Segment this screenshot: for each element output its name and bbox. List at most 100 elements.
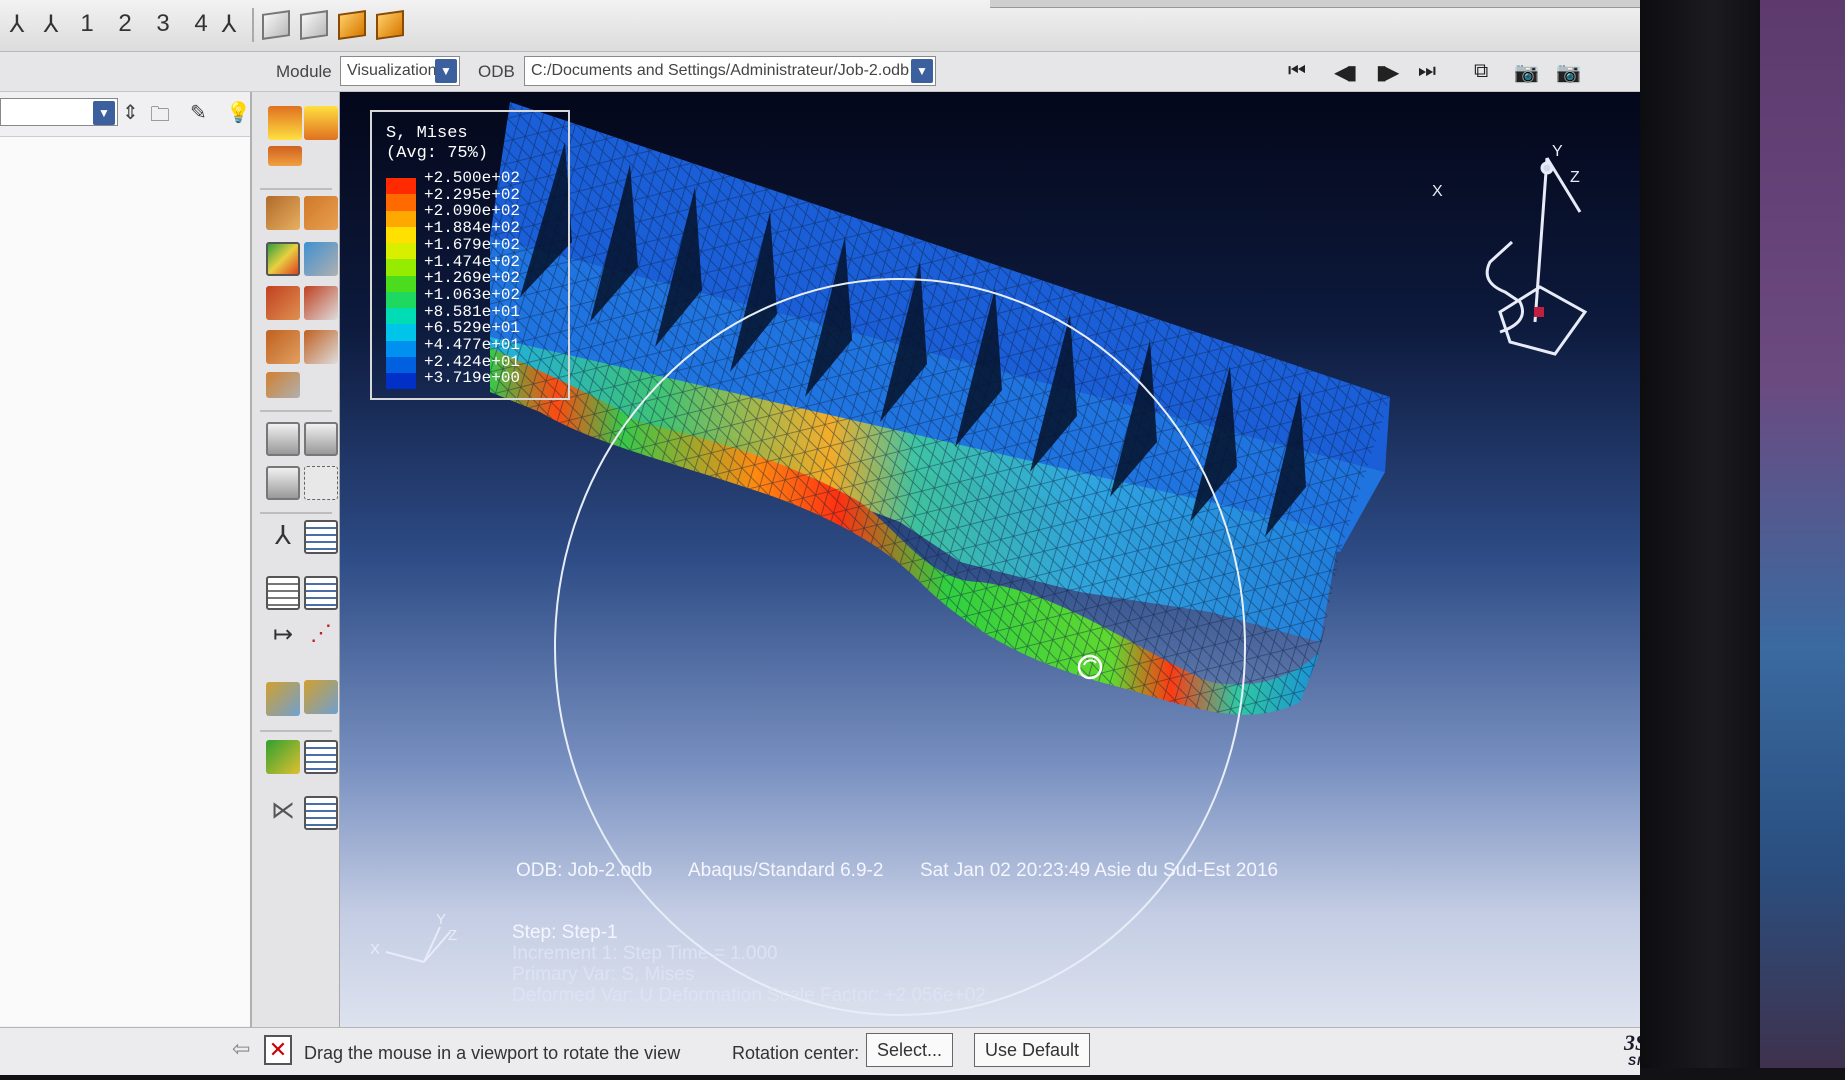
prompt-area: ⇦ ✕ Drag the mouse in a viewport to rota…: [0, 1027, 1640, 1075]
legend-value: +2.295e+02: [424, 185, 521, 204]
toolbar-separator: [252, 8, 254, 42]
room-background: [1760, 0, 1845, 1080]
view-2-button[interactable]: 2: [110, 10, 140, 40]
animation-options-icon[interactable]: [304, 466, 338, 500]
toolbox-separator: [260, 512, 332, 514]
use-default-button[interactable]: Use Default: [974, 1033, 1091, 1067]
stream-manager-icon[interactable]: [304, 680, 338, 714]
legend-value: +3.719e+00: [424, 369, 521, 388]
odb-label: ODB: [478, 62, 515, 81]
report-field-output-icon[interactable]: [304, 520, 338, 554]
create-xy-data-icon[interactable]: [266, 576, 300, 610]
legend-value: +2.424e+01: [424, 352, 521, 371]
display-group-icon[interactable]: [266, 740, 300, 774]
legend-swatch: [386, 275, 416, 292]
allow-multiple-plot-icon[interactable]: [266, 372, 300, 398]
odb-select[interactable]: C:/Documents and Settings/Administrateur…: [524, 56, 936, 86]
odb-value: C:/Documents and Settings/Administrateur…: [531, 62, 909, 79]
cancel-procedure-button[interactable]: ✕: [264, 1035, 292, 1065]
custom-view-icon[interactable]: ⅄: [214, 10, 244, 40]
back-arrow-icon[interactable]: ⇦: [232, 1036, 250, 1062]
filled-render-icon[interactable]: [338, 10, 366, 40]
triad-y-label: Y: [1552, 143, 1563, 160]
chevron-down-icon[interactable]: ▼: [93, 101, 115, 125]
filter-icon[interactable]: ✎: [190, 100, 207, 125]
display-group-manager-icon[interactable]: [304, 740, 338, 774]
animate-scale-icon[interactable]: [266, 422, 300, 456]
symbol-deformed-icon[interactable]: [266, 286, 300, 320]
xy-data-manager-icon[interactable]: [304, 576, 338, 610]
legend-value: +6.529e+01: [424, 319, 521, 338]
free-body-icon[interactable]: ⋉: [266, 796, 300, 830]
stream-icon[interactable]: [266, 682, 300, 716]
frame-selector-icon[interactable]: ⧉: [1474, 60, 1488, 83]
toolbox-separator: [260, 730, 332, 732]
legend-swatch: [386, 340, 416, 357]
view-toolbar: ⅄ ⅄ 1 2 3 4 ⅄: [0, 0, 1640, 52]
contour-deformed-icon[interactable]: [266, 242, 300, 276]
chevron-down-icon[interactable]: ▼: [911, 59, 933, 83]
view-1-button[interactable]: 1: [72, 10, 102, 40]
bulb-icon[interactable]: 💡: [226, 100, 251, 125]
up-down-arrows-icon[interactable]: ⇕: [122, 100, 139, 125]
plot-deformed-icon[interactable]: [304, 106, 338, 140]
hidden-line-render-icon[interactable]: [300, 10, 328, 40]
legend-value: +1.679e+02: [424, 235, 521, 254]
abaqus-window: ⅄ ⅄ 1 2 3 4 ⅄ Module Visualization ▼ ODB…: [0, 0, 1640, 1075]
view-3-button[interactable]: 3: [148, 10, 178, 40]
free-body-manager-icon[interactable]: [304, 796, 338, 830]
legend-value: +1.063e+02: [424, 285, 521, 304]
simulia-wordmark: SIMULIA: [1628, 1054, 1640, 1068]
tree-area[interactable]: [0, 136, 250, 1026]
contour-options-icon[interactable]: [304, 242, 338, 276]
view-cut-icon[interactable]: ⅄: [266, 520, 300, 554]
select-button[interactable]: Select...: [866, 1033, 954, 1067]
stress-legend[interactable]: S, Mises (Avg: 75%) +2.500e+02 +2.295e+02…: [370, 110, 570, 400]
xy-plot-icon[interactable]: ⋰: [304, 620, 338, 654]
last-frame-icon[interactable]: ⏭: [1418, 60, 1436, 83]
first-frame-icon[interactable]: ⏮: [1288, 60, 1306, 83]
module-toolbox: ⅄ ↦ ⋰ ⋉: [252, 92, 340, 1027]
material-orientation-icon[interactable]: [266, 330, 300, 364]
legend-swatch: [386, 373, 416, 390]
animate-time-icon[interactable]: [304, 422, 338, 456]
plot-undeformed-icon[interactable]: [268, 106, 302, 140]
iso-view-icon[interactable]: ⅄: [34, 10, 68, 40]
legend-value: +4.477e+01: [424, 336, 521, 355]
wireframe-render-icon[interactable]: [262, 10, 290, 40]
symbol-plot-icon[interactable]: [304, 196, 338, 230]
legend-value: +8.581e+01: [424, 302, 521, 321]
triad-view-icon[interactable]: ⅄: [0, 10, 34, 40]
info-odb: ODB: Job-2.odb: [516, 860, 653, 881]
chevron-down-icon[interactable]: ▼: [435, 59, 457, 83]
previous-frame-icon[interactable]: ◀▮: [1334, 60, 1357, 85]
monitor-bezel: [1640, 0, 1760, 1080]
folder-icon[interactable]: 🗀: [150, 100, 170, 134]
info-increment: Increment 1: Step Time = 1.000: [512, 943, 778, 964]
contour-plot-icon[interactable]: [266, 196, 300, 230]
next-frame-icon[interactable]: ▮▶: [1376, 60, 1399, 85]
triad-z-label: Z: [1570, 169, 1580, 186]
animate-harmonic-icon[interactable]: [266, 466, 300, 500]
path-icon[interactable]: ↦: [266, 620, 300, 654]
toolbox-separator: [260, 188, 332, 190]
shaded-render-icon[interactable]: [376, 10, 404, 40]
symbol-options-icon[interactable]: [304, 286, 338, 320]
orientation-options-icon[interactable]: [304, 330, 338, 364]
legend-value: +1.884e+02: [424, 219, 521, 238]
camera-icon[interactable]: 📷: [1556, 60, 1581, 85]
tree-select[interactable]: ▼: [0, 98, 118, 126]
info-primary-var: Primary Var: S, Mises: [512, 964, 695, 985]
triad-bottom-x-label: X: [370, 941, 380, 958]
legend-body: +2.500e+02 +2.295e+02 +2.090e+02 +1.884e+02…: [386, 170, 554, 390]
prompt-message: Drag the mouse in a viewport to rotate t…: [304, 1043, 681, 1063]
animate-camera-icon[interactable]: 📷: [1514, 60, 1539, 85]
legend-value: +1.474e+02: [424, 252, 521, 271]
context-bar: Module Visualization ▼ ODB C:/Documents …: [0, 52, 1640, 92]
plot-options-icon[interactable]: [268, 146, 302, 166]
triad-bottom-z-label: Z: [448, 927, 457, 944]
module-select[interactable]: Visualization ▼: [340, 56, 460, 86]
info-step: Step: Step-1: [512, 922, 618, 943]
viewport[interactable]: Y Z X X Y Z S, Mises (Avg: 75%) +2.500e+…: [340, 92, 1640, 1027]
view-4-button[interactable]: 4: [186, 10, 216, 40]
